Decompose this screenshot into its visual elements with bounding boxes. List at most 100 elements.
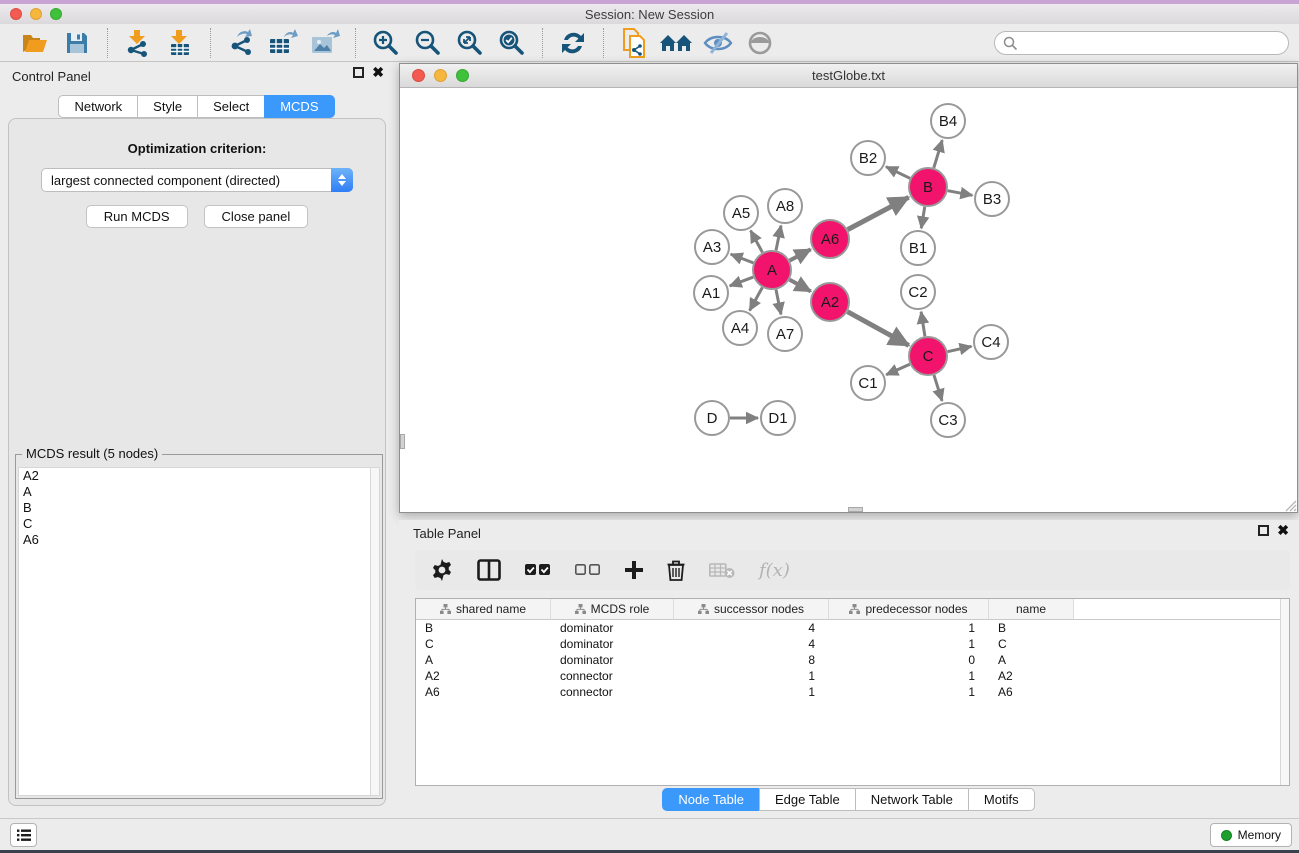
graph-node-C1[interactable]: C1 [851,366,885,400]
memory-button[interactable]: Memory [1210,823,1292,847]
refresh-icon[interactable] [556,28,590,58]
table-cell[interactable]: A2 [989,668,1074,684]
split-columns-icon[interactable] [477,557,501,583]
export-network-icon[interactable] [224,28,258,58]
table-scrollbar[interactable] [1280,599,1289,785]
node-table[interactable]: shared name MCDS role successor nodes pr… [415,598,1290,786]
column-header-mcds-role[interactable]: MCDS role [551,599,674,620]
graph-node-C[interactable]: C [909,337,947,375]
table-cell[interactable]: dominator [551,636,674,652]
graph-edge-A-A1[interactable] [730,277,754,286]
minimize-window-button[interactable] [30,8,42,20]
table-cell[interactable]: A [416,652,551,668]
graph-node-A2[interactable]: A2 [811,283,849,321]
graph-edge-A-A3[interactable] [731,254,754,263]
gear-icon[interactable] [431,557,453,583]
graph-node-B4[interactable]: B4 [931,104,965,138]
close-window-button[interactable] [10,8,22,20]
graph-node-D1[interactable]: D1 [761,401,795,435]
graph-edge-B-B4[interactable] [934,140,942,168]
table-cell[interactable]: B [989,620,1074,636]
search-field[interactable] [994,31,1289,55]
save-session-icon[interactable] [60,28,94,58]
zoom-in-icon[interactable] [369,28,403,58]
table-cell[interactable]: dominator [551,620,674,636]
table-cell[interactable]: B [416,620,551,636]
table-cell[interactable]: connector [551,684,674,700]
show-panel-icon[interactable] [743,28,777,58]
tab-network[interactable]: Network [58,95,138,118]
column-header-shared-name[interactable]: shared name [416,599,551,620]
column-header-name[interactable]: name [989,599,1074,620]
table-row[interactable]: A6connector11A6 [416,684,1289,700]
graph-node-A7[interactable]: A7 [768,317,802,351]
table-cell[interactable] [1074,684,1289,700]
graph-node-B1[interactable]: B1 [901,231,935,265]
result-list-item[interactable]: B [19,500,379,516]
import-network-icon[interactable] [121,28,155,58]
graph-edge-A2-C[interactable] [848,312,909,346]
canvas-horizontal-scrollbar[interactable] [848,507,863,512]
graph-edge-A-A6[interactable] [790,249,811,260]
tab-mcds[interactable]: MCDS [264,95,334,118]
graph-node-A4[interactable]: A4 [723,311,757,345]
table-cell[interactable]: 4 [674,620,829,636]
table-cell[interactable]: 1 [674,684,829,700]
graph-node-D[interactable]: D [695,401,729,435]
graph-edge-A-A5[interactable] [751,231,763,253]
tab-network-table[interactable]: Network Table [855,788,969,811]
clone-network-icon[interactable] [617,28,651,58]
graph-edge-B-B1[interactable] [921,207,925,229]
graph-edge-B-B2[interactable] [886,167,910,179]
canvas-vertical-scrollbar[interactable] [400,434,405,449]
table-cell[interactable]: 1 [829,636,989,652]
tab-node-table[interactable]: Node Table [662,788,760,811]
resize-grip-icon[interactable] [1283,498,1297,512]
graph-edge-C-C4[interactable] [948,346,972,351]
table-row[interactable]: Adominator80A [416,652,1289,668]
mcds-result-list[interactable]: A2ABCA6 [18,467,380,796]
graph-edge-C-C1[interactable] [886,364,910,375]
graph-node-B[interactable]: B [909,168,947,206]
tab-motifs[interactable]: Motifs [968,788,1035,811]
tab-edge-table[interactable]: Edge Table [759,788,856,811]
table-cell[interactable]: 1 [829,620,989,636]
graph-node-C3[interactable]: C3 [931,403,965,437]
result-scrollbar[interactable] [370,468,379,795]
result-list-item[interactable]: A2 [19,468,379,484]
graph-node-C2[interactable]: C2 [901,275,935,309]
graph-node-B2[interactable]: B2 [851,141,885,175]
graph-node-A3[interactable]: A3 [695,230,729,264]
open-session-icon[interactable] [18,28,52,58]
table-cell[interactable]: connector [551,668,674,684]
graph-node-A[interactable]: A [753,251,791,289]
tab-select[interactable]: Select [197,95,265,118]
zoom-fit-icon[interactable] [453,28,487,58]
deselect-all-icon[interactable] [575,557,601,583]
task-history-button[interactable] [10,823,37,847]
run-mcds-button[interactable]: Run MCDS [86,205,188,228]
table-cell[interactable]: 1 [829,684,989,700]
table-cell[interactable]: dominator [551,652,674,668]
close-panel-icon[interactable]: ✖ [372,67,384,78]
table-row[interactable]: Cdominator41C [416,636,1289,652]
table-cell[interactable]: A6 [416,684,551,700]
network-canvas[interactable]: B4B2BB3A5A8A6A3AB1A1A2C2A4A7C4CC1DD1C3 [400,88,1297,512]
network-close-button[interactable] [412,69,425,82]
result-list-item[interactable]: A6 [19,532,379,548]
graph-edge-A-A7[interactable] [776,290,781,315]
network-maximize-button[interactable] [456,69,469,82]
graph-edge-A-A8[interactable] [776,226,781,251]
graph-edge-A-A2[interactable] [790,280,811,292]
table-cell[interactable]: 1 [674,668,829,684]
float-table-panel-button[interactable] [1258,525,1269,536]
table-cell[interactable] [1074,636,1289,652]
close-table-panel-icon[interactable]: ✖ [1277,525,1289,536]
zoom-out-icon[interactable] [411,28,445,58]
add-column-icon[interactable] [625,557,643,583]
graph-edge-C-C3[interactable] [934,375,942,401]
table-cell[interactable] [1074,668,1289,684]
graph-edge-A-A4[interactable] [750,288,763,311]
table-cell[interactable]: 0 [829,652,989,668]
table-cell[interactable] [1074,620,1289,636]
